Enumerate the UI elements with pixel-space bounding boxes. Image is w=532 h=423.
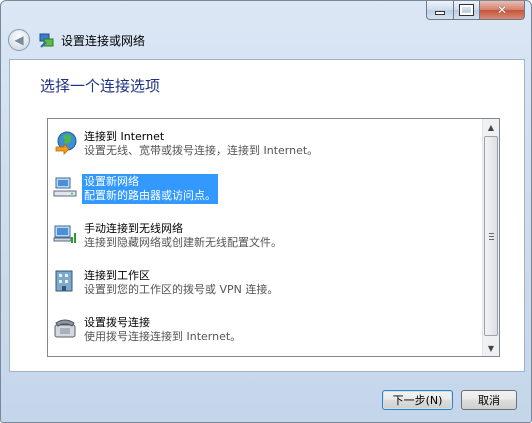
workplace-building-icon bbox=[52, 268, 78, 294]
globe-internet-icon bbox=[52, 129, 78, 155]
page-heading: 选择一个连接选项 bbox=[40, 77, 161, 95]
navigation-bar: ◀ 设置连接或网络 bbox=[8, 28, 145, 52]
minimize-button[interactable] bbox=[426, 1, 454, 20]
close-icon: ✕ bbox=[496, 3, 508, 17]
option-description: 使用拨号连接连接到 Internet。 bbox=[84, 330, 242, 343]
option-manual-wireless[interactable]: 手动连接到无线网络 连接到隐藏网络或创建新无线配置文件。 bbox=[52, 221, 284, 251]
maximize-icon bbox=[459, 4, 474, 16]
back-button[interactable]: ◀ bbox=[8, 29, 30, 51]
back-arrow-icon: ◀ bbox=[14, 33, 24, 47]
network-wizard-icon bbox=[38, 31, 56, 49]
option-dialup[interactable]: 设置拨号连接 使用拨号连接连接到 Internet。 bbox=[52, 315, 243, 345]
close-button[interactable]: ✕ bbox=[480, 1, 525, 20]
option-description: 配置新的路由器或访问点。 bbox=[84, 189, 216, 202]
scroll-thumb[interactable] bbox=[484, 136, 498, 336]
option-description: 设置无线、宽带或拨号连接，连接到 Internet。 bbox=[84, 144, 319, 157]
option-connect-internet[interactable]: 连接到 Internet 设置无线、宽带或拨号连接，连接到 Internet。 bbox=[52, 129, 320, 159]
option-title: 设置新网络 bbox=[84, 175, 139, 188]
option-title: 设置拨号连接 bbox=[84, 316, 150, 329]
option-description: 连接到隐藏网络或创建新无线配置文件。 bbox=[84, 236, 282, 249]
window-title: 设置连接或网络 bbox=[61, 33, 146, 48]
option-title: 连接到 Internet bbox=[84, 130, 165, 143]
option-new-network[interactable]: 设置新网络 配置新的路由器或访问点。 bbox=[52, 174, 218, 204]
vertical-scrollbar[interactable]: ▲ ▼ bbox=[482, 119, 499, 356]
cancel-button[interactable]: 取消 bbox=[461, 390, 517, 410]
next-button[interactable]: 下一步(N) bbox=[382, 390, 453, 410]
network-router-icon bbox=[52, 174, 78, 200]
content-panel: 选择一个连接选项 连接到 Internet 设置无线、宽带或拨号连接，连接到 I… bbox=[9, 59, 525, 372]
dialog-window: ✕ ◀ 设置连接或网络 选择一个连接选项 连接到 Internet 设置无线、宽… bbox=[0, 0, 532, 423]
option-title: 手动连接到无线网络 bbox=[84, 222, 183, 235]
grip-icon bbox=[488, 232, 494, 240]
option-workplace[interactable]: 连接到工作区 设置到您的工作区的拨号或 VPN 连接。 bbox=[52, 268, 280, 298]
scroll-down-button[interactable]: ▼ bbox=[483, 340, 499, 356]
option-description: 设置到您的工作区的拨号或 VPN 连接。 bbox=[84, 283, 279, 296]
connection-options-list[interactable]: 连接到 Internet 设置无线、宽带或拨号连接，连接到 Internet。 … bbox=[47, 118, 500, 357]
maximize-button[interactable] bbox=[454, 1, 480, 20]
caption-buttons: ✕ bbox=[426, 1, 525, 21]
minimize-icon bbox=[435, 11, 445, 15]
scroll-up-button[interactable]: ▲ bbox=[483, 119, 499, 135]
option-title: 连接到工作区 bbox=[84, 269, 150, 282]
dialup-phone-icon bbox=[52, 315, 78, 341]
wireless-network-icon bbox=[52, 221, 78, 247]
